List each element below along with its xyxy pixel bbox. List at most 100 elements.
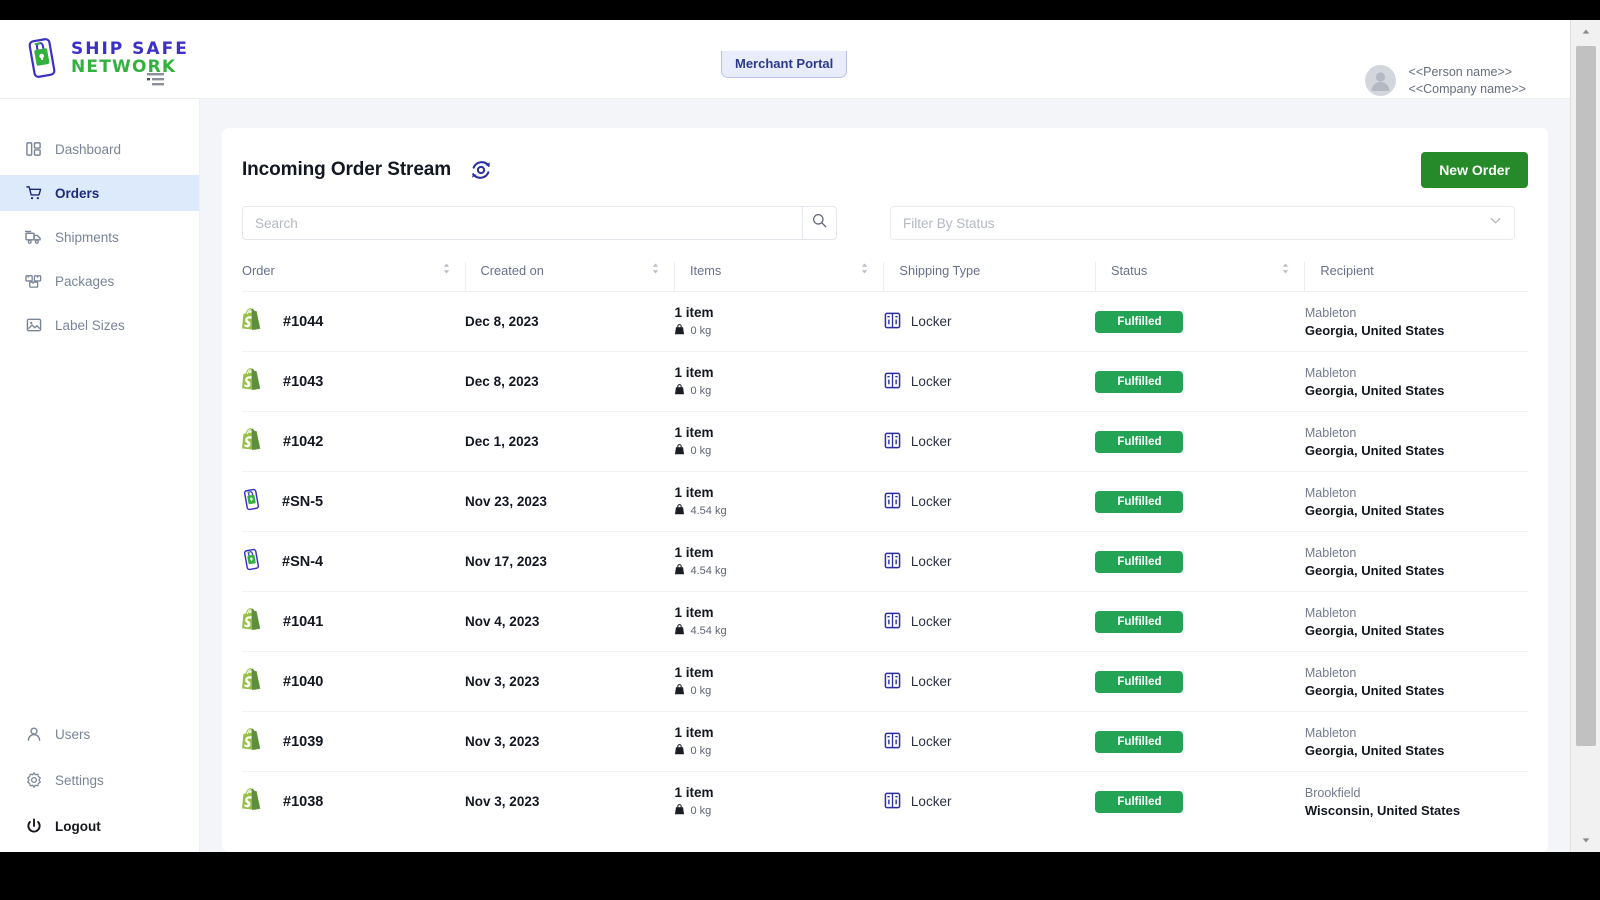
cell-recipient: Mableton Georgia, United States [1304, 591, 1528, 652]
shopify-icon [242, 428, 262, 455]
created-on-value: Nov 3, 2023 [465, 793, 540, 809]
avatar [1364, 65, 1396, 97]
sidebar-item-label: Dashboard [55, 141, 122, 157]
recipient-region: Wisconsin, United States [1304, 802, 1461, 818]
sidebar-item-label-sizes[interactable]: Label Sizes [0, 307, 199, 343]
status-badge: Fulfilled [1095, 790, 1184, 813]
shopify-icon [242, 728, 262, 755]
cell-order: #1044 [242, 291, 466, 352]
sort-icon[interactable] [442, 262, 451, 278]
cell-shipping-type: Locker [883, 651, 1096, 712]
cell-recipient: Mableton Georgia, United States [1304, 651, 1528, 712]
status-filter-select[interactable]: Filter By Status [890, 206, 1515, 240]
column-label: Created on [480, 262, 544, 278]
column-header-items[interactable]: Items [673, 262, 884, 292]
weight-value: 4.54 kg [690, 505, 727, 517]
shipping-type-value: Locker [910, 434, 952, 449]
recipient-city: Mableton [1304, 605, 1357, 620]
column-header-shipping-type[interactable]: Shipping Type [883, 262, 1096, 292]
weight-value: 0 kg [690, 445, 712, 457]
table-row[interactable]: #1043 Dec 8, 2023 1 item 0 kg Locker Fulfille… [242, 351, 1528, 412]
items-count: 1 item [674, 605, 714, 620]
table-row[interactable]: #1040 Nov 3, 2023 1 item 0 kg Locker Fulfille… [242, 651, 1528, 712]
cell-order: #1039 [242, 711, 466, 772]
brand-logo[interactable]: SHIP SAFE NETWORK [25, 37, 189, 79]
sidebar-item-label: Shipments [55, 229, 119, 245]
items-count: 1 item [674, 785, 714, 800]
weight-value: 0 kg [690, 385, 712, 397]
merchant-portal-tab[interactable]: Merchant Portal [721, 51, 848, 78]
recipient-city: Brookfield [1304, 785, 1361, 800]
sidebar-item-settings[interactable]: Settings [0, 762, 199, 798]
header-row: Order Created on Items Shipping Type Sta… [242, 262, 1528, 292]
table-row[interactable]: #SN-4 Nov 17, 2023 1 item 4.54 kg Locker Fulf… [242, 531, 1528, 592]
status-badge: Fulfilled [1095, 730, 1184, 753]
cell-created-on: Nov 23, 2023 [465, 471, 675, 532]
sidebar-item-orders[interactable]: Orders [0, 175, 199, 211]
cell-items: 1 item 0 kg [674, 772, 883, 832]
created-on-value: Nov 4, 2023 [465, 613, 540, 629]
sidebar-toggle-icon[interactable] [147, 72, 164, 88]
sync-icon[interactable] [468, 157, 494, 183]
locker-icon [884, 672, 901, 692]
recipient-region: Georgia, United States [1304, 322, 1445, 338]
shipping-type-value: Locker [910, 494, 952, 509]
cell-items: 1 item 4.54 kg [674, 591, 884, 652]
sidebar-item-users[interactable]: Users [0, 716, 199, 752]
cell-created-on: Nov 17, 2023 [465, 531, 675, 592]
shopify-icon [242, 308, 262, 335]
table-row[interactable]: #1042 Dec 1, 2023 1 item 0 kg Locker Fulfille… [242, 411, 1528, 472]
new-order-button[interactable]: New Order [1421, 152, 1528, 188]
table-row[interactable]: #SN-5 Nov 23, 2023 1 item 4.54 kg Locker Fulf… [242, 471, 1528, 532]
cell-order: #1041 [242, 591, 466, 652]
shipping-type-value: Locker [910, 314, 952, 329]
sidebar-item-label: Users [55, 726, 91, 742]
user-account-block[interactable]: <<Person name>> <<Company name>> [1364, 64, 1526, 98]
column-header-order[interactable]: Order [242, 262, 466, 292]
cell-status: Fulfilled [1095, 711, 1305, 772]
scrollbar-thumb[interactable] [1576, 46, 1596, 746]
sidebar-item-label: Orders [55, 185, 100, 201]
cell-order: #SN-4 [242, 531, 466, 592]
brand-line-1: SHIP SAFE [71, 38, 189, 59]
column-header-recipient[interactable]: Recipient [1304, 262, 1528, 292]
cell-created-on: Nov 3, 2023 [465, 651, 675, 712]
table-row[interactable]: #1038 Nov 3, 2023 1 item 0 kg Locker Fulfille… [242, 772, 1528, 832]
person-name: <<Person name>> [1408, 65, 1513, 79]
sidebar-item-packages[interactable]: Packages [0, 263, 199, 299]
sidebar-item-label: Label Sizes [55, 317, 125, 333]
search-button[interactable] [802, 206, 837, 240]
shopify-icon [242, 608, 262, 635]
sidebar-item-dashboard[interactable]: Dashboard [0, 131, 199, 167]
search-input[interactable] [242, 206, 802, 240]
recipient-city: Mableton [1304, 305, 1357, 320]
recipient-city: Mableton [1304, 425, 1357, 440]
page-scrollbar[interactable] [1570, 20, 1600, 852]
sort-icon[interactable] [651, 262, 660, 278]
sort-icon[interactable] [860, 262, 869, 278]
cell-order: #SN-5 [242, 471, 466, 532]
weight-icon [674, 744, 685, 758]
scroll-up-arrow-icon[interactable] [1571, 20, 1600, 44]
column-header-created-on[interactable]: Created on [464, 262, 675, 292]
weight-value: 0 kg [690, 805, 712, 817]
sidebar-item-shipments[interactable]: Shipments [0, 219, 199, 255]
card-header: Incoming Order Stream New Order [242, 150, 1528, 190]
created-on-value: Nov 3, 2023 [465, 673, 540, 689]
items-count: 1 item [674, 425, 714, 440]
table-row[interactable]: #1044 Dec 8, 2023 1 item 0 kg Locker Fulfille… [242, 291, 1528, 352]
cell-shipping-type: Locker [883, 351, 1096, 412]
cart-icon [25, 185, 42, 202]
sidebar-item-logout[interactable]: Logout [0, 808, 199, 844]
locker-icon [884, 792, 901, 812]
column-label: Recipient [1320, 262, 1374, 278]
top-bar: SHIP SAFE NETWORK Merchant Portal <<Pers… [0, 20, 1570, 99]
order-id: #1043 [283, 373, 324, 390]
sort-icon[interactable] [1281, 262, 1290, 278]
table-row[interactable]: #1039 Nov 3, 2023 1 item 0 kg Locker Fulfille… [242, 711, 1528, 772]
orders-table: Order Created on Items Shipping Type Sta… [242, 262, 1528, 831]
column-header-status[interactable]: Status [1094, 262, 1305, 292]
table-row[interactable]: #1041 Nov 4, 2023 1 item 4.54 kg Locker Fulfi… [242, 591, 1528, 652]
cell-created-on: Dec 8, 2023 [465, 291, 675, 352]
scroll-down-arrow-icon[interactable] [1571, 828, 1600, 852]
